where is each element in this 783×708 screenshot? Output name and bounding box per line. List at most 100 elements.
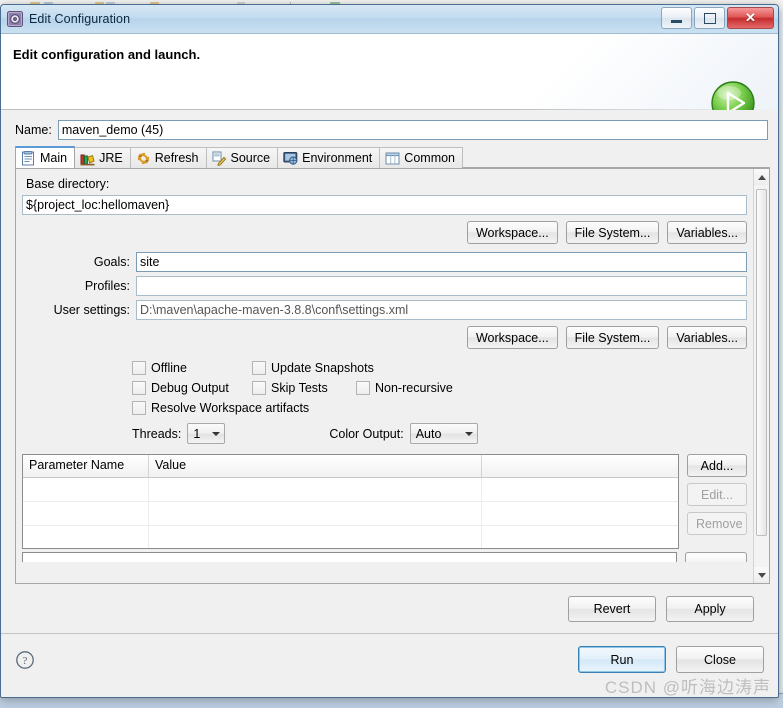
main-tab-icon — [21, 150, 36, 166]
maven-fields: Goals: Profiles: User settings: — [22, 252, 747, 320]
parameters-table[interactable]: Parameter Name Value — [22, 454, 679, 549]
close-window-button[interactable]: ✕ — [727, 7, 774, 29]
name-label: Name: — [15, 123, 52, 137]
scroll-down-button[interactable] — [754, 567, 769, 583]
eclipse-config-icon — [7, 11, 23, 27]
apply-bar: Revert Apply — [9, 584, 770, 622]
tab-common[interactable]: Common — [379, 147, 464, 168]
goals-input[interactable] — [136, 252, 747, 272]
clipped-field — [22, 552, 677, 562]
checkbox-skip-tests-label: Skip Tests — [271, 381, 328, 395]
profiles-row: Profiles: — [22, 276, 747, 296]
chevron-down-icon — [212, 431, 221, 436]
checkbox-update-snapshots[interactable]: Update Snapshots — [252, 361, 374, 375]
settings-workspace-button[interactable]: Workspace... — [466, 326, 558, 349]
checkbox-resolve-workspace-artifacts-box[interactable] — [132, 401, 146, 415]
user-settings-buttons: Workspace... File System... Variables... — [22, 326, 747, 349]
minimize-button[interactable] — [661, 7, 692, 29]
run-button[interactable]: Run — [578, 646, 666, 673]
dialog-header: Edit configuration and launch. — [1, 34, 778, 125]
checkbox-offline-label: Offline — [151, 361, 187, 375]
settings-variables-button[interactable]: Variables... — [667, 326, 747, 349]
help-question-icon[interactable]: ? — [15, 650, 35, 670]
settings-file-system-button[interactable]: File System... — [565, 326, 660, 349]
table-row[interactable] — [23, 478, 678, 502]
base-variables-button[interactable]: Variables... — [667, 221, 747, 244]
header-title: Edit configuration and launch. — [13, 47, 201, 62]
user-settings-label: User settings: — [53, 303, 130, 317]
add-parameter-button[interactable]: Add... — [687, 454, 747, 477]
profiles-input[interactable] — [136, 276, 747, 296]
triangle-up-icon — [757, 174, 766, 180]
goals-label: Goals: — [93, 255, 130, 269]
clipped-content-row — [22, 552, 747, 562]
base-workspace-button[interactable]: Workspace... — [466, 221, 558, 244]
scrollbar-thumb[interactable] — [756, 189, 767, 536]
parameters-table-buttons: Add... Edit... Remove — [687, 454, 747, 549]
table-row[interactable] — [23, 526, 678, 548]
close-icon: ✕ — [745, 10, 756, 25]
threads-combo[interactable]: 1 — [187, 423, 226, 444]
base-file-system-button[interactable]: File System... — [565, 221, 660, 244]
parameters-section: Parameter Name Value Add... Edit... Remo… — [22, 454, 747, 549]
checkbox-resolve-workspace-artifacts[interactable]: Resolve Workspace artifacts — [132, 401, 309, 415]
name-row: Name: — [9, 116, 770, 146]
tab-source[interactable]: Source — [205, 147, 279, 168]
checkbox-offline[interactable]: Offline — [132, 361, 252, 375]
column-header-value[interactable]: Value — [149, 455, 482, 477]
maximize-button[interactable] — [694, 7, 725, 29]
cell-extra — [482, 502, 678, 525]
tab-main[interactable]: Main — [15, 146, 76, 168]
tab-environment-label: Environment — [302, 151, 373, 165]
checkbox-row-2: Debug Output Skip Tests Non-recursive — [132, 381, 747, 395]
minimize-icon — [671, 19, 682, 23]
checkbox-debug-output[interactable]: Debug Output — [132, 381, 252, 395]
base-directory-label: Base directory: — [26, 177, 110, 191]
tab-jre[interactable]: JRE — [74, 147, 131, 168]
checkbox-debug-output-box[interactable] — [132, 381, 146, 395]
checkbox-skip-tests[interactable]: Skip Tests — [252, 381, 356, 395]
tab-refresh[interactable]: Refresh — [129, 147, 207, 168]
column-header-extra[interactable] — [482, 455, 678, 477]
checkbox-skip-tests-box[interactable] — [252, 381, 266, 395]
checkbox-non-recursive[interactable]: Non-recursive — [356, 381, 453, 395]
color-output-combo[interactable]: Auto — [409, 423, 478, 444]
dialog-body: Name: Main — [1, 110, 778, 633]
remove-parameter-button: Remove — [687, 512, 747, 535]
user-settings-input[interactable] — [136, 300, 747, 320]
base-directory-buttons: Workspace... File System... Variables... — [22, 221, 747, 244]
goals-row: Goals: — [22, 252, 747, 272]
checkbox-offline-box[interactable] — [132, 361, 146, 375]
tab-environment[interactable]: Environment — [277, 147, 381, 168]
threads-value: 1 — [193, 426, 201, 441]
apply-button[interactable]: Apply — [666, 596, 754, 622]
chevron-down-icon — [464, 431, 473, 436]
main-tab-content: Base directory: Workspace... File System… — [16, 169, 753, 583]
cell-parameter-name — [23, 478, 149, 501]
tab-strip: Main JRE Refresh Source Environment Comm… — [15, 146, 770, 169]
name-input[interactable] — [57, 120, 768, 140]
refresh-tab-icon — [136, 151, 151, 166]
checkbox-non-recursive-box[interactable] — [356, 381, 370, 395]
cell-extra — [482, 526, 678, 548]
cell-extra — [482, 478, 678, 501]
dialog-title: Edit Configuration — [29, 12, 131, 26]
table-row[interactable] — [23, 502, 678, 526]
tab-strip-filler — [462, 146, 770, 168]
cell-parameter-name — [23, 502, 149, 525]
color-output-label: Color Output: — [329, 426, 404, 441]
checkbox-resolve-workspace-artifacts-label: Resolve Workspace artifacts — [151, 401, 310, 415]
column-header-parameter-name[interactable]: Parameter Name — [23, 455, 149, 477]
scroll-up-button[interactable] — [754, 169, 769, 185]
close-button[interactable]: Close — [676, 646, 764, 673]
tab-source-label: Source — [230, 151, 271, 165]
options-checkboxes: Offline Update Snapshots Debug Output Sk… — [22, 361, 747, 444]
checkbox-update-snapshots-box[interactable] — [252, 361, 266, 375]
panel-vertical-scrollbar[interactable] — [753, 169, 769, 583]
base-directory-input[interactable] — [22, 195, 747, 215]
revert-button[interactable]: Revert — [568, 596, 656, 622]
checkbox-debug-output-label: Debug Output — [151, 381, 229, 395]
main-tab-panel: Base directory: Workspace... File System… — [15, 169, 770, 584]
threads-label: Threads: — [132, 426, 182, 441]
tab-refresh-label: Refresh — [154, 151, 199, 165]
